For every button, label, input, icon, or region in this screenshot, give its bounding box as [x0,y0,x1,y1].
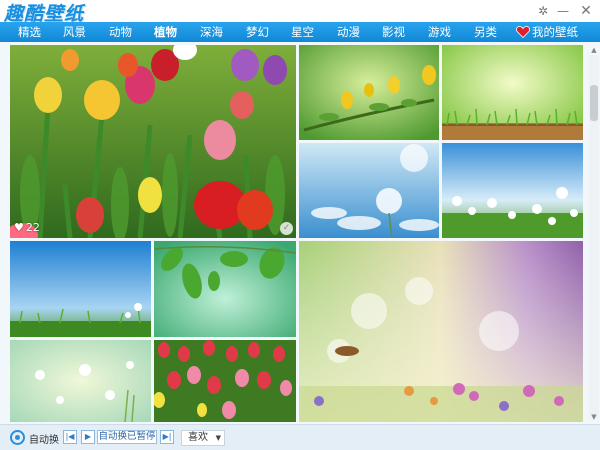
minimize-button[interactable]: — [554,2,572,20]
play-button[interactable]: ▶ [81,430,95,444]
auto-change-icon[interactable] [10,430,25,445]
chevron-down-icon: ▼ [215,434,221,442]
category-nav: 精选 风景 动物 植物 深海 梦幻 星空 动漫 影视 游戏 另类 我的壁纸 [0,22,600,42]
my-wallpapers-button[interactable]: 我的壁纸 [516,22,578,42]
wallpaper-tile-yellow-buds[interactable] [299,45,439,140]
title-bar: 趣酷壁纸 ✲ — ✕ [0,0,600,25]
nav-item-deep-sea[interactable]: 深海 [200,22,223,42]
auto-change-label[interactable]: 自动换 [29,431,59,446]
gear-icon: ✲ [537,4,549,18]
nav-item-scenery[interactable]: 风景 [63,22,86,42]
yellow-buds-image [299,45,439,140]
tulip-field-image [154,340,296,422]
heart-outline-icon: ♥ [14,221,24,234]
prev-icon: |◀ [65,432,75,441]
my-wallpapers-label: 我的壁纸 [532,25,578,39]
nav-item-animals[interactable]: 动物 [109,22,132,42]
grass-wood-image [442,45,583,140]
settings-button[interactable]: ✲ [534,2,552,20]
like-count[interactable]: ♥ 22 [14,221,40,234]
nav-item-starry-sky[interactable]: 星空 [291,22,314,42]
pastel-flowers-image [10,340,151,422]
nav-item-anime[interactable]: 动漫 [337,22,360,42]
wallpaper-tile-sky-grass[interactable] [10,241,151,337]
next-button[interactable]: ▶| [160,430,174,444]
scroll-down-arrow[interactable]: ▼ [589,412,599,422]
nav-item-games[interactable]: 游戏 [428,22,451,42]
wallpaper-tile-dreamy-meadow[interactable] [299,241,583,422]
white-flowers-image [442,143,583,238]
wallpaper-tile-dandelion[interactable] [299,143,439,238]
wallpaper-tile-green-leaves[interactable] [154,241,296,337]
play-icon: ▶ [84,432,92,441]
wallpaper-tile-grass-wood[interactable] [442,45,583,140]
wallpaper-tile-pastel-flowers[interactable] [10,340,151,422]
wallpaper-tile-tulip-field[interactable] [154,340,296,422]
wallpaper-tile-white-flowers[interactable] [442,143,583,238]
scrollbar-thumb[interactable] [590,85,598,121]
nav-item-featured[interactable]: 精选 [18,22,41,42]
bottom-toolbar: 自动换 |◀ ▶ 自动换已暂停 ▶| 喜欢 ▼ [0,424,600,450]
sort-dropdown[interactable]: 喜欢 ▼ [181,430,225,446]
nav-item-other[interactable]: 另类 [474,22,497,42]
auto-change-status: 自动换已暂停 [97,430,157,444]
wallpaper-tile-tulips[interactable]: ♥ 22 ✓ [10,45,296,238]
sky-grass-image [10,241,151,337]
tulips-image [10,45,296,238]
nav-item-movies[interactable]: 影视 [382,22,405,42]
heart-icon [516,24,530,44]
prev-button[interactable]: |◀ [63,430,77,444]
green-leaves-image [154,241,296,337]
close-button[interactable]: ✕ [577,2,595,20]
checkmark-icon[interactable]: ✓ [280,222,293,235]
dandelion-image [299,143,439,238]
nav-item-plants[interactable]: 植物 [154,22,177,42]
next-icon: ▶| [162,432,172,441]
scroll-up-arrow[interactable]: ▲ [589,45,599,55]
nav-item-fantasy[interactable]: 梦幻 [246,22,269,42]
sort-value: 喜欢 [188,432,208,443]
dreamy-meadow-image [299,241,583,422]
